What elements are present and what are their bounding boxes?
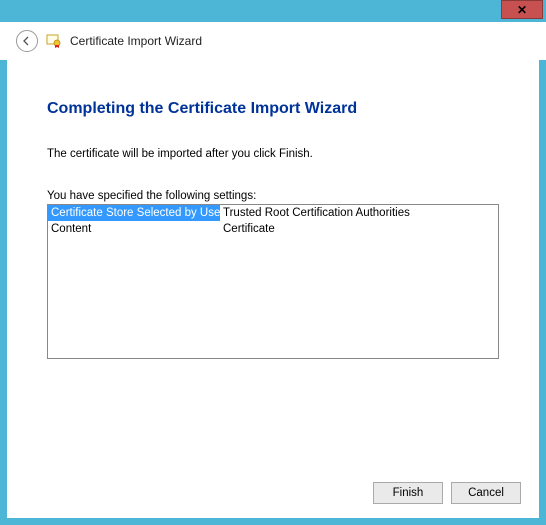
certificate-icon (46, 33, 62, 49)
titlebar: ✕ (0, 0, 546, 22)
settings-row[interactable]: Certificate Store Selected by User Trust… (48, 205, 498, 221)
back-button[interactable] (16, 30, 38, 52)
wizard-content: Completing the Certificate Import Wizard… (7, 60, 539, 518)
finish-button[interactable]: Finish (373, 482, 443, 504)
wizard-header: Certificate Import Wizard (0, 22, 546, 60)
body-text: The certificate will be imported after y… (47, 148, 499, 160)
cancel-button[interactable]: Cancel (451, 482, 521, 504)
settings-key: Content (48, 221, 220, 237)
settings-listbox[interactable]: Certificate Store Selected by User Trust… (47, 204, 499, 359)
wizard-title: Certificate Import Wizard (70, 34, 202, 48)
settings-key: Certificate Store Selected by User (48, 205, 220, 221)
back-arrow-icon (22, 36, 32, 46)
settings-row[interactable]: Content Certificate (48, 221, 498, 237)
settings-label: You have specified the following setting… (47, 190, 499, 202)
close-icon: ✕ (517, 3, 527, 17)
close-button[interactable]: ✕ (501, 0, 543, 19)
settings-value: Certificate (220, 221, 278, 237)
settings-value: Trusted Root Certification Authorities (220, 205, 413, 221)
page-heading: Completing the Certificate Import Wizard (47, 100, 499, 118)
button-row: Finish Cancel (373, 482, 521, 504)
